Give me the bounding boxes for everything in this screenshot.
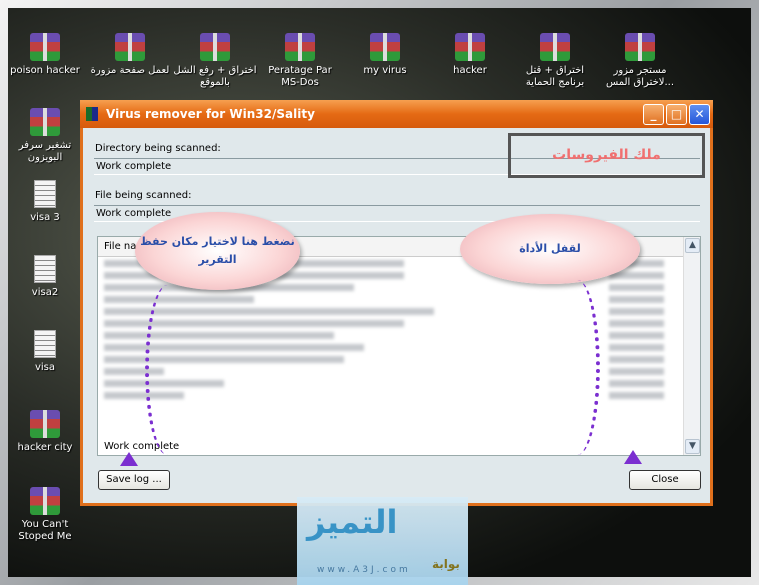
desktop-icon[interactable]: You Can't Stoped Me: [3, 487, 87, 543]
blurred-status: [609, 284, 664, 291]
desktop-icon-label: اختراق + قتل برنامج الحماية: [525, 65, 585, 88]
text-file-icon: [34, 255, 56, 283]
blurred-path: [104, 344, 364, 351]
desktop-icon-label: hacker: [453, 65, 487, 76]
desktop-icon-label: poison hacker: [10, 65, 80, 76]
desktop-icon-label: لعمل صفحة مزورة: [90, 65, 170, 76]
minimize-button[interactable]: _: [643, 103, 664, 125]
dotted-arrow-right: [555, 280, 600, 455]
list-item[interactable]: [104, 318, 694, 329]
archive-icon: [540, 33, 570, 61]
desktop-icon[interactable]: visa2: [3, 255, 87, 299]
desktop-icon[interactable]: مستجر مزور ...لاختراق المس: [598, 33, 682, 89]
desktop-icon-label: visa 3: [30, 212, 60, 223]
blurred-status: [609, 356, 664, 363]
scrollbar[interactable]: ▲ ▼: [683, 237, 700, 455]
archive-icon: [200, 33, 230, 61]
blurred-path: [104, 356, 344, 363]
annotation-cloud-save: نضغط هنا لاختيار مكان حفظ التقرير: [135, 212, 300, 290]
list-item[interactable]: [104, 306, 694, 317]
scroll-up-icon[interactable]: ▲: [685, 238, 700, 253]
desktop-icon[interactable]: لعمل صفحة مزورة: [88, 33, 172, 77]
save-log-button[interactable]: Save log ...: [98, 470, 170, 490]
desktop-icon[interactable]: my virus: [343, 33, 427, 77]
logo-url: www.A3J.com: [317, 565, 411, 575]
annotation-cloud-close: لقفل الأداة: [460, 214, 640, 284]
desktop-icon[interactable]: visa: [3, 330, 87, 374]
blurred-status: [609, 380, 664, 387]
blurred-status: [609, 308, 664, 315]
desktop-icon-label: my virus: [363, 65, 407, 76]
list-item[interactable]: [104, 366, 694, 377]
blurred-status: [609, 332, 664, 339]
close-button[interactable]: Close: [629, 470, 701, 490]
archive-icon: [30, 487, 60, 515]
title-bar[interactable]: Virus remover for Win32/Sality _ □ ✕: [80, 100, 713, 128]
blurred-status: [609, 296, 664, 303]
dotted-arrow-left: [145, 285, 190, 455]
blurred-status: [609, 392, 664, 399]
logo-sub: بوابة: [432, 557, 460, 571]
close-window-button[interactable]: ✕: [689, 103, 710, 125]
scroll-down-icon[interactable]: ▼: [685, 439, 700, 454]
brand-box: ملك الفيروسات: [508, 133, 705, 178]
blurred-status: [609, 344, 664, 351]
archive-icon: [370, 33, 400, 61]
window-title: Virus remover for Win32/Sality: [106, 107, 315, 121]
archive-icon: [285, 33, 315, 61]
desktop-icon-label: تشغير سرفر البويزون: [18, 140, 72, 163]
list-item[interactable]: [104, 354, 694, 365]
desktop-icon[interactable]: اختراق + رفع الشل بالموقع: [173, 33, 257, 89]
directory-label: Directory being scanned:: [95, 143, 221, 154]
list-item[interactable]: [104, 330, 694, 341]
file-label: File being scanned:: [95, 190, 192, 201]
list-item[interactable]: [104, 294, 694, 305]
archive-icon: [30, 108, 60, 136]
desktop-icon-label: اختراق + رفع الشل بالموقع: [173, 65, 257, 88]
list-item[interactable]: [104, 342, 694, 353]
archive-icon: [30, 33, 60, 61]
archive-icon: [455, 33, 485, 61]
maximize-button[interactable]: □: [666, 103, 687, 125]
logo-text: التميز: [307, 503, 398, 541]
blurred-status: [609, 272, 664, 279]
site-logo: التميز www.A3J.com بوابة: [297, 497, 468, 585]
archive-icon: [115, 33, 145, 61]
list-item[interactable]: [104, 390, 694, 401]
text-file-icon: [34, 330, 56, 358]
desktop-icon[interactable]: hacker: [428, 33, 512, 77]
desktop-icon-label: visa2: [31, 287, 59, 298]
blurred-path: [104, 332, 334, 339]
desktop-icon[interactable]: تشغير سرفر البويزون: [3, 108, 87, 164]
arrow-head-left: [120, 452, 138, 466]
arrow-head-right: [624, 450, 642, 464]
desktop-icon-label: Peratage Par MS-Dos: [268, 65, 332, 88]
desktop-icon[interactable]: visa 3: [3, 180, 87, 224]
app-icon: [86, 107, 98, 121]
archive-icon: [30, 410, 60, 438]
desktop-icon-label: visa: [34, 362, 56, 373]
desktop-icon-label: مستجر مزور ...لاختراق المس: [605, 65, 675, 88]
desktop-icon[interactable]: hacker city: [3, 410, 87, 454]
text-file-icon: [34, 180, 56, 208]
desktop-icon[interactable]: poison hacker: [3, 33, 87, 77]
desktop-icon[interactable]: اختراق + قتل برنامج الحماية: [513, 33, 597, 89]
desktop-icon-label: hacker city: [17, 442, 73, 453]
blurred-status: [609, 368, 664, 375]
list-item[interactable]: [104, 378, 694, 389]
desktop-icon-label: You Can't Stoped Me: [18, 519, 72, 542]
desktop-icon[interactable]: Peratage Par MS-Dos: [258, 33, 342, 89]
blurred-status: [609, 320, 664, 327]
archive-icon: [625, 33, 655, 61]
